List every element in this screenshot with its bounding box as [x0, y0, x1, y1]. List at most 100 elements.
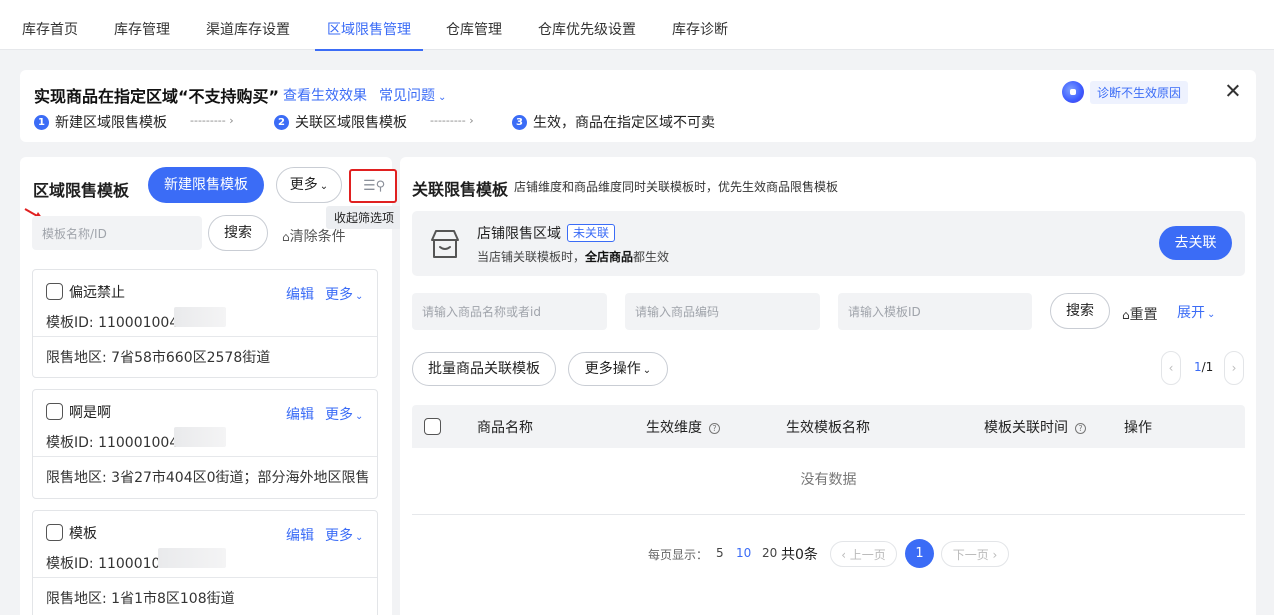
- expand-button[interactable]: 展开 ⌄: [1177, 302, 1215, 322]
- total-count: 共0条: [781, 547, 818, 563]
- step-1: 1 新建区域限售模板: [34, 112, 167, 132]
- step-label: 新建区域限售模板: [55, 115, 167, 131]
- reset-button[interactable]: ⌂重置: [1122, 304, 1158, 324]
- clear-conditions-button[interactable]: ⌂清除条件: [282, 226, 346, 246]
- next-page-icon[interactable]: ›: [1224, 351, 1244, 385]
- tab-warehouse-priority[interactable]: 仓库优先级设置: [538, 0, 636, 50]
- more-label: 更多: [325, 407, 353, 423]
- redaction-mask: [174, 427, 226, 447]
- card-more-button[interactable]: 更多 ⌄: [325, 525, 363, 545]
- template-id: 模板ID: 1100010049: [46, 315, 188, 331]
- association-panel: 关联限售模板 店铺维度和商品维度同时关联模板时，优先生效商品限售模板 店铺限售区…: [400, 157, 1256, 615]
- close-icon[interactable]: [1223, 81, 1243, 101]
- tab-inventory-home[interactable]: 库存首页: [22, 0, 78, 50]
- divider: [33, 577, 377, 578]
- template-card[interactable]: 模板 编辑 更多 ⌄ 模板ID: 1100010 限售地区: 1省1市8区108街…: [32, 510, 378, 615]
- help-icon[interactable]: ?: [1075, 423, 1086, 434]
- desc-prefix: 当店铺关联模板时，: [477, 250, 586, 264]
- template-card[interactable]: 偏远禁止 编辑 更多 ⌄ 模板ID: 1100010049 限售地区: 7省58市…: [32, 269, 378, 378]
- column-header-label: 模板关联时间: [984, 420, 1068, 436]
- diagnose-area: 诊断不生效原因: [1062, 80, 1189, 104]
- card-more-button[interactable]: 更多 ⌄: [325, 404, 363, 424]
- page-size-20[interactable]: 20: [762, 546, 777, 560]
- faq-link[interactable]: 常见问题 ⌄: [379, 85, 446, 105]
- restricted-region: 限售地区: 7省58市660区2578街道: [46, 350, 271, 366]
- tab-inventory-diagnosis[interactable]: 库存诊断: [672, 0, 728, 50]
- template-card[interactable]: 啊是啊 编辑 更多 ⌄ 模板ID: 1100010049 限售地区: 3省27市4…: [32, 389, 378, 499]
- expand-label: 展开: [1177, 305, 1205, 321]
- filter-collapse-icon[interactable]: ☰⚲: [349, 169, 397, 203]
- prev-page-icon[interactable]: ‹: [1161, 351, 1181, 385]
- card-checkbox[interactable]: [46, 524, 63, 541]
- panel-title: 区域限售模板: [33, 181, 130, 200]
- tab-inventory-management[interactable]: 库存管理: [114, 0, 170, 50]
- template-name: 啊是啊: [69, 405, 111, 421]
- page-size-5[interactable]: 5: [716, 546, 724, 560]
- more-ops-button[interactable]: 更多操作 ⌄: [568, 352, 668, 386]
- tab-region-restriction[interactable]: 区域限售管理: [315, 0, 423, 51]
- help-icon[interactable]: ?: [709, 423, 720, 434]
- column-header: 生效模板名称: [786, 420, 870, 436]
- template-id: 模板ID: 1100010: [46, 556, 161, 572]
- edit-button[interactable]: 编辑: [286, 525, 314, 545]
- redaction-mask: [174, 307, 226, 327]
- chevron-down-icon: ⌄: [642, 365, 652, 376]
- table-header: 商品名称 生效维度? 生效模板名称 模板关联时间? 操作: [412, 405, 1245, 448]
- store-region-desc: 当店铺关联模板时，全店商品都生效: [477, 248, 669, 265]
- search-button[interactable]: 搜索: [1050, 293, 1110, 329]
- step-3: 3 生效，商品在指定区域不可卖: [512, 112, 715, 132]
- chevron-down-icon: ⌄: [438, 92, 447, 103]
- next-page-button[interactable]: 下一页 ›: [941, 541, 1009, 567]
- product-search-input[interactable]: 请输入商品名称或者id: [412, 293, 607, 330]
- tab-warehouse-management[interactable]: 仓库管理: [446, 0, 502, 50]
- step-number: 1: [34, 114, 49, 130]
- column-header: 模板关联时间?: [984, 417, 1086, 437]
- panel-subtitle: 店铺维度和商品维度同时关联模板时，优先生效商品限售模板: [514, 180, 839, 194]
- banner-title: 实现商品在指定区域“不支持购买”: [34, 87, 280, 106]
- store-region-title: 店铺限售区域: [477, 226, 561, 242]
- restricted-region: 限售地区: 3省27市404区0街道；部分海外地区限售: [46, 470, 370, 486]
- link-store-button[interactable]: 去关联: [1159, 226, 1232, 260]
- view-effect-link[interactable]: 查看生效效果: [283, 85, 367, 105]
- template-search-input[interactable]: 模板名称/ID: [32, 216, 202, 250]
- page-size-10[interactable]: 10: [736, 546, 751, 560]
- more-ops-label: 更多操作: [584, 361, 641, 377]
- reset-icon: ⌂: [1122, 308, 1130, 322]
- top-nav: 库存首页 库存管理 渠道库存设置 区域限售管理 仓库管理 仓库优先级设置 库存诊…: [0, 0, 1274, 51]
- clear-label: 清除条件: [289, 229, 346, 245]
- select-all-checkbox[interactable]: [424, 418, 441, 435]
- edit-button[interactable]: 编辑: [286, 284, 314, 304]
- template-name: 偏远禁止: [69, 285, 125, 301]
- tab-channel-inventory[interactable]: 渠道库存设置: [206, 0, 290, 50]
- template-panel: 区域限售模板 新建限售模板 更多 ⌄ ☰⚲ 收起筛选项 模板名称/ID 搜索 ⌂清…: [20, 157, 403, 615]
- clear-icon: ⌂: [282, 230, 290, 244]
- mini-pager-current: 1: [1194, 360, 1202, 374]
- new-template-button[interactable]: 新建限售模板: [148, 167, 264, 203]
- search-button[interactable]: 搜索: [208, 215, 268, 251]
- per-page-label: 每页显示：: [648, 548, 709, 562]
- template-name: 模板: [69, 526, 97, 542]
- store-region-box: 店铺限售区域 未关联 当店铺关联模板时，全店商品都生效 去关联: [412, 211, 1245, 276]
- batch-link-button[interactable]: 批量商品关联模板: [412, 352, 556, 386]
- chevron-down-icon: ⌄: [319, 181, 329, 192]
- step-label: 关联区域限售模板: [295, 115, 407, 131]
- more-button[interactable]: 更多 ⌄: [276, 167, 342, 203]
- desc-suffix: 都生效: [633, 250, 670, 264]
- chevron-down-icon: ⌄: [355, 411, 364, 422]
- diagnose-button[interactable]: 诊断不生效原因: [1090, 80, 1189, 104]
- current-page[interactable]: 1: [905, 539, 934, 568]
- product-code-input[interactable]: 请输入商品编码: [625, 293, 820, 330]
- card-checkbox[interactable]: [46, 283, 63, 300]
- card-more-button[interactable]: 更多 ⌄: [325, 284, 363, 304]
- column-header: 生效维度?: [646, 417, 720, 437]
- prev-page-button[interactable]: ‹ 上一页: [830, 541, 897, 567]
- redaction-mask: [158, 548, 226, 568]
- card-checkbox[interactable]: [46, 403, 63, 420]
- template-id-input[interactable]: 请输入模板ID: [838, 293, 1032, 330]
- empty-state: 没有数据: [412, 448, 1245, 515]
- mini-pager-total: /1: [1201, 360, 1214, 374]
- reset-label: 重置: [1129, 307, 1158, 323]
- store-icon: [431, 230, 459, 258]
- column-header: 商品名称: [477, 420, 533, 436]
- edit-button[interactable]: 编辑: [286, 404, 314, 424]
